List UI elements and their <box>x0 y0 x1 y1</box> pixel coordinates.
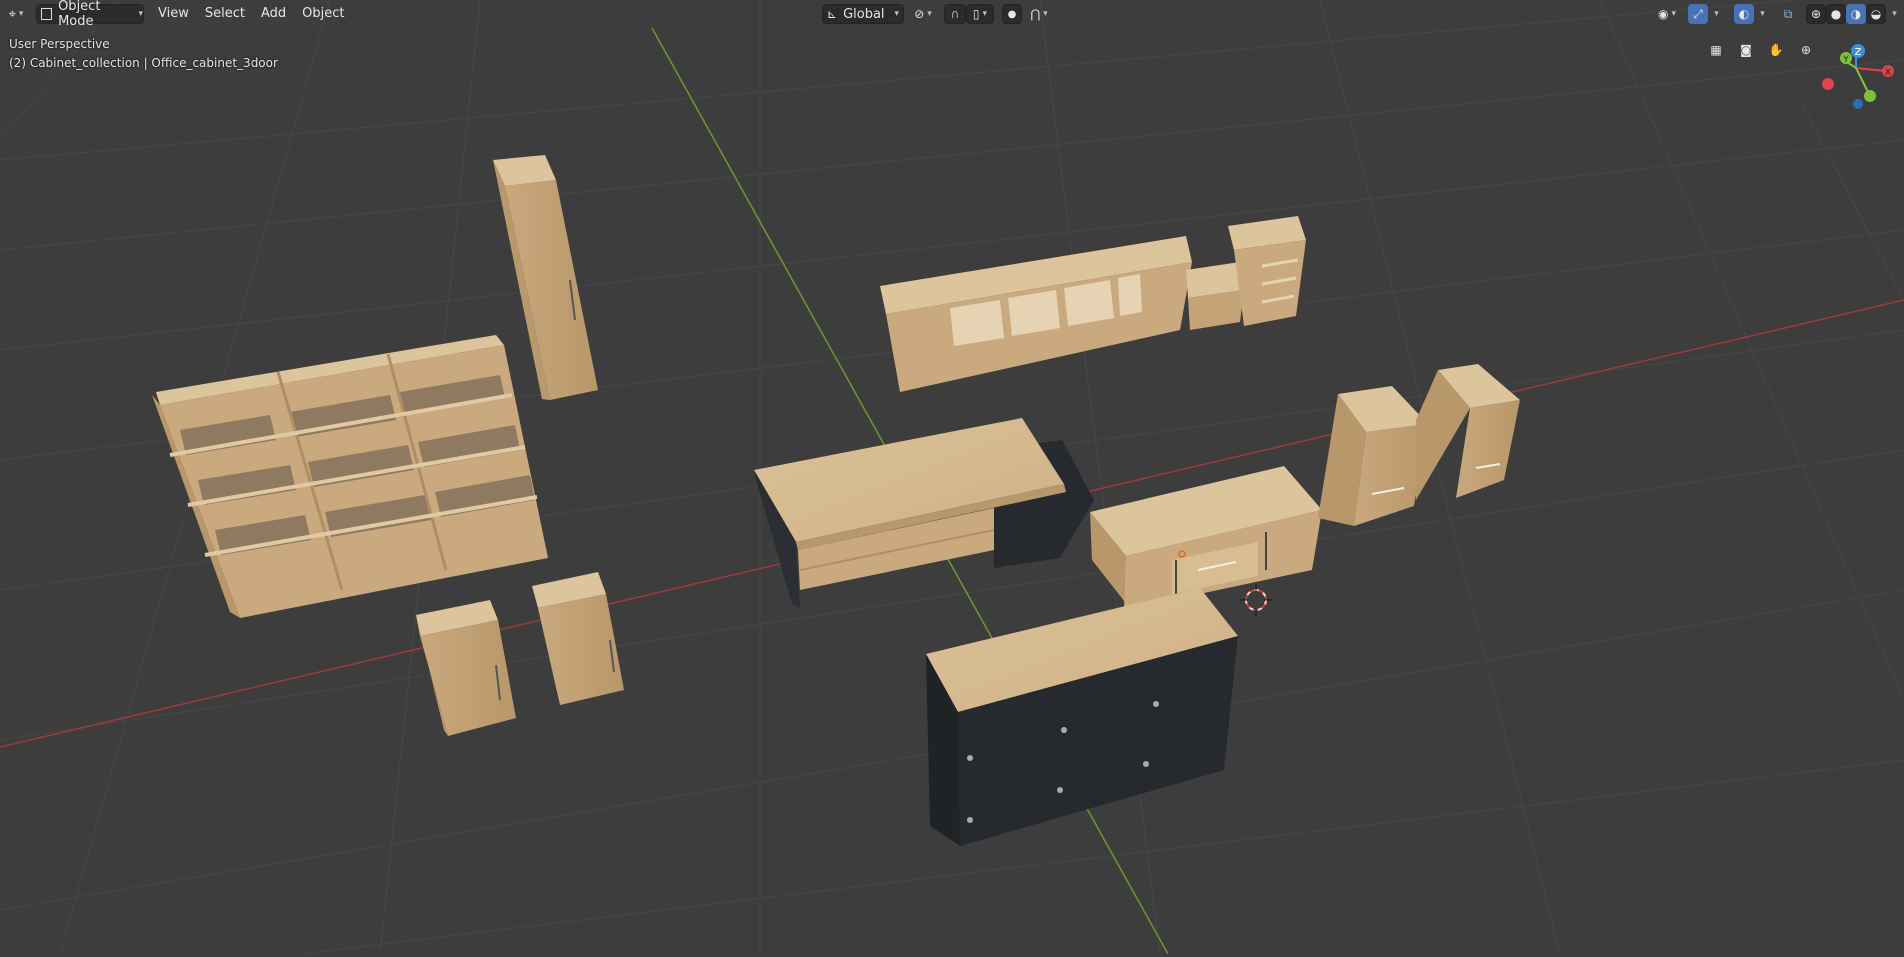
mode-label: Object Mode <box>58 0 101 29</box>
shading-solid-button[interactable]: ● <box>1826 4 1846 24</box>
falloff-curve-icon: ⋂ <box>1030 7 1041 21</box>
snap-target-button[interactable]: ▯ ▾ <box>966 4 994 24</box>
perspective-label: User Perspective <box>9 37 110 51</box>
chevron-down-icon: ▾ <box>1671 9 1676 19</box>
dark-drawer-unit-model[interactable] <box>926 588 1238 846</box>
chevron-down-icon: ▾ <box>982 9 988 19</box>
mode-selector[interactable]: Object Mode ▾ <box>36 0 144 29</box>
chevron-down-icon: ▾ <box>1892 9 1897 19</box>
gizmo-neg-z-handle <box>1853 99 1863 109</box>
shading-wireframe-button[interactable]: ⊕ <box>1806 4 1826 24</box>
magnet-icon: ∩ <box>950 7 960 21</box>
grid-icon: ▦ <box>1710 43 1722 57</box>
menu-select[interactable]: Select <box>197 4 253 24</box>
chevron-down-icon: ▾ <box>138 9 143 19</box>
shading-rendered-button[interactable]: ◒ <box>1866 4 1886 24</box>
xray-toggle[interactable]: ⧉ <box>1778 4 1798 24</box>
viewport-scene: Z Y X <box>0 0 1904 955</box>
gizmo-x-label: X <box>1885 68 1891 78</box>
viewport-header: ⌖ ▾ Object Mode ▾ View Select Add Object … <box>0 0 1904 29</box>
zoom-icon: ⊕ <box>1800 43 1812 57</box>
eye-icon: ◉ <box>1657 7 1669 21</box>
active-object-label: (2) Cabinet_collection | Office_cabinet_… <box>9 56 278 70</box>
transform-orientation-selector[interactable]: ⊾ Global ▾ <box>822 4 904 24</box>
right-pedestal-model-1[interactable] <box>1318 386 1428 526</box>
rendered-sphere-icon: ◒ <box>1870 7 1882 21</box>
object-mode-icon <box>41 8 53 20</box>
proportional-editing-icon: ● <box>1007 8 1017 20</box>
camera-view-button[interactable]: ◙ <box>1734 38 1758 62</box>
gizmo-y-label: Y <box>1842 55 1849 65</box>
gizmo-z-label: Z <box>1855 47 1862 58</box>
gizmo-neg-y-handle <box>1864 90 1876 102</box>
toggle-view-grid-button[interactable]: ▦ <box>1704 38 1728 62</box>
wireframe-sphere-icon: ⊕ <box>1810 7 1822 21</box>
hand-icon: ✋ <box>1768 43 1784 57</box>
small-pedestal-model-1[interactable] <box>416 600 516 736</box>
pivot-point-button[interactable]: ⊘ ▾ <box>910 4 936 24</box>
chevron-down-icon: ▾ <box>894 9 900 19</box>
shading-material-button[interactable]: ◑ <box>1846 4 1866 24</box>
overlays-dropdown[interactable]: ▾ <box>1754 4 1768 24</box>
transform-orientation-label: Global <box>843 6 885 22</box>
snap-toggle[interactable]: ∩ <box>944 4 966 24</box>
chevron-down-icon: ▾ <box>927 9 932 19</box>
header-menus: View Select Add Object <box>150 4 352 24</box>
material-sphere-icon: ◑ <box>1850 7 1862 21</box>
navigation-gizmo[interactable]: Z Y X <box>1822 44 1894 109</box>
proportional-editing-toggle[interactable]: ● <box>1002 4 1022 24</box>
shading-dropdown[interactable]: ▾ <box>1886 4 1900 24</box>
chevron-down-icon: ▾ <box>1043 9 1048 19</box>
falloff-button[interactable]: ⋂ ▾ <box>1024 4 1054 24</box>
axes-icon: ⌖ <box>8 6 16 22</box>
solid-sphere-icon: ● <box>1830 7 1842 21</box>
gizmo-icon: ⤢ <box>1693 6 1703 21</box>
chevron-down-icon: ▾ <box>1714 9 1719 19</box>
chevron-down-icon: ▾ <box>18 9 24 19</box>
orientation-icon: ⊾ <box>827 7 838 21</box>
3d-viewport[interactable]: Z Y X <box>0 0 1904 955</box>
menu-view[interactable]: View <box>150 4 197 24</box>
editor-type-button[interactable]: ⌖ ▾ <box>4 4 28 24</box>
small-pedestal-model-2[interactable] <box>532 572 624 705</box>
camera-icon: ◙ <box>1740 43 1752 57</box>
xray-icon: ⧉ <box>1783 6 1793 21</box>
zoom-view-button[interactable]: ⊕ <box>1794 38 1818 62</box>
bookshelf-model[interactable] <box>152 335 548 618</box>
3d-cursor[interactable] <box>1240 584 1272 616</box>
snap-increment-icon: ▯ <box>972 7 980 21</box>
menu-object[interactable]: Object <box>294 4 352 24</box>
gizmo-neg-x-handle <box>1822 78 1834 90</box>
menu-add[interactable]: Add <box>253 4 294 24</box>
gizmo-toggle[interactable]: ⤢ <box>1688 4 1708 24</box>
desk-model[interactable] <box>754 418 1094 608</box>
credenza-model[interactable] <box>1090 466 1322 610</box>
overlays-icon: ◐ <box>1738 7 1750 21</box>
chevron-down-icon: ▾ <box>1760 9 1765 19</box>
overlays-toggle[interactable]: ◐ <box>1734 4 1754 24</box>
gizmo-dropdown[interactable]: ▾ <box>1708 4 1722 24</box>
pivot-icon: ⊘ <box>914 7 925 21</box>
visibility-button[interactable]: ◉ ▾ <box>1652 4 1682 24</box>
shelf-sideboard-model[interactable] <box>880 216 1306 392</box>
pan-view-button[interactable]: ✋ <box>1764 38 1788 62</box>
